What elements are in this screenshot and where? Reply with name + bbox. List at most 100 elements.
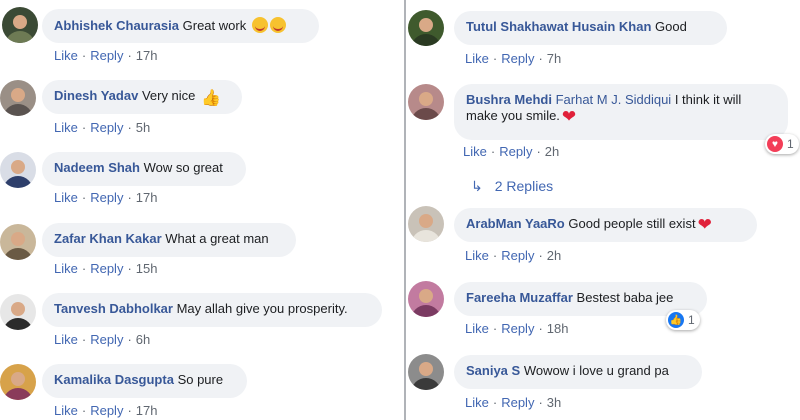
- avatar-head-shape: [11, 372, 25, 386]
- timestamp[interactable]: 15h: [136, 261, 158, 276]
- avatar[interactable]: [0, 224, 36, 260]
- avatar[interactable]: [0, 152, 36, 188]
- comment-author[interactable]: Abhishek Chaurasia: [54, 18, 179, 33]
- love-reaction-icon: ♥: [767, 136, 783, 152]
- reply-link[interactable]: Reply: [501, 51, 534, 66]
- avatar[interactable]: [408, 281, 444, 317]
- timestamp[interactable]: 17h: [136, 48, 158, 63]
- comment-bubble: Tanvesh Dabholkar May allah give you pro…: [42, 293, 382, 327]
- timestamp[interactable]: 6h: [136, 332, 150, 347]
- avatar[interactable]: [408, 10, 444, 46]
- avatar-body-shape: [3, 388, 33, 400]
- separator: ·: [81, 332, 87, 347]
- separator: ·: [127, 261, 132, 276]
- like-link[interactable]: Like: [463, 144, 487, 159]
- avatar-body-shape: [3, 104, 33, 116]
- tagged-user-link[interactable]: Farhat M J. Siddiqui: [556, 92, 672, 107]
- like-reaction-icon: 👍: [668, 312, 684, 328]
- comment-actions: Like · Reply · 2h: [463, 144, 559, 159]
- comment: ArabMan YaaRo Good people still exist ❤ L…: [404, 202, 800, 272]
- separator: ·: [536, 144, 541, 159]
- comment-text: Wowow i love u grand pa: [523, 363, 669, 378]
- timestamp[interactable]: 17h: [136, 190, 158, 205]
- left-comment-column: Abhishek Chaurasia Great work Like · Reply…: [0, 0, 404, 420]
- comment-bubble: Dinesh Yadav Very nice 👍: [42, 80, 242, 114]
- comment: Kamalika Dasgupta So pure Like · Reply · 17h: [0, 362, 404, 420]
- separator: ·: [492, 395, 498, 410]
- like-link[interactable]: Like: [465, 248, 489, 263]
- timestamp[interactable]: 18h: [547, 321, 569, 336]
- comment-bubble: Kamalika Dasgupta So pure: [42, 364, 247, 398]
- separator: ·: [81, 48, 87, 63]
- like-link[interactable]: Like: [54, 190, 78, 205]
- reply-link[interactable]: Reply: [501, 321, 534, 336]
- avatar-body-shape: [3, 176, 33, 188]
- avatar[interactable]: [408, 84, 444, 120]
- reply-link[interactable]: Reply: [90, 48, 123, 63]
- replies-label: 2 Replies: [494, 178, 554, 194]
- reply-link[interactable]: Reply: [90, 332, 123, 347]
- comment-author[interactable]: ArabMan YaaRo: [466, 216, 565, 231]
- separator: ·: [127, 190, 132, 205]
- view-replies-link[interactable]: ↳ 2 Replies: [471, 178, 553, 195]
- comment: Tutul Shakhawat Husain Khan Good Like · Re…: [404, 0, 800, 70]
- reply-arrow-icon: ↳: [471, 178, 483, 194]
- avatar-body-shape: [5, 31, 35, 43]
- comment-author[interactable]: Kamalika Dasgupta: [54, 372, 174, 387]
- reply-link[interactable]: Reply: [501, 395, 534, 410]
- smiling-face-icon: [251, 17, 268, 33]
- like-link[interactable]: Like: [54, 403, 78, 418]
- timestamp[interactable]: 5h: [136, 120, 150, 135]
- timestamp[interactable]: 7h: [547, 51, 561, 66]
- reaction-count-badge[interactable]: ♥ 1: [765, 134, 799, 154]
- thumbs-up-icon: 👍: [201, 90, 221, 107]
- comment-bubble: Nadeem Shah Wow so great: [42, 152, 246, 186]
- comment-author[interactable]: Tutul Shakhawat Husain Khan: [466, 19, 651, 34]
- comment-actions: Like · Reply · 18h: [465, 321, 569, 336]
- avatar[interactable]: [408, 206, 444, 242]
- avatar[interactable]: [408, 354, 444, 390]
- separator: ·: [492, 51, 498, 66]
- comment-bubble: Zafar Khan Kakar What a great man: [42, 223, 296, 257]
- reply-link[interactable]: Reply: [499, 144, 532, 159]
- reply-link[interactable]: Reply: [90, 403, 123, 418]
- avatar[interactable]: [2, 7, 38, 43]
- comment-actions: Like · Reply · 6h: [54, 332, 150, 347]
- smiling-face-icon: [269, 17, 286, 33]
- avatar[interactable]: [0, 80, 36, 116]
- reaction-count-badge[interactable]: 👍 1: [666, 310, 700, 330]
- reply-link[interactable]: Reply: [90, 261, 123, 276]
- comment: Fareeha Muzaffar Bestest baba jee 👍 1 Li…: [404, 278, 800, 342]
- timestamp[interactable]: 2h: [545, 144, 559, 159]
- avatar-head-shape: [13, 15, 27, 29]
- comment-author[interactable]: Nadeem Shah: [54, 160, 140, 175]
- comment: Zafar Khan Kakar What a great man Like · R…: [0, 220, 404, 280]
- timestamp[interactable]: 3h: [547, 395, 561, 410]
- avatar-head-shape: [11, 232, 25, 246]
- like-link[interactable]: Like: [54, 332, 78, 347]
- like-link[interactable]: Like: [465, 395, 489, 410]
- like-link[interactable]: Like: [465, 321, 489, 336]
- timestamp[interactable]: 17h: [136, 403, 158, 418]
- avatar-head-shape: [419, 214, 433, 228]
- avatar[interactable]: [0, 294, 36, 330]
- like-link[interactable]: Like: [465, 51, 489, 66]
- reply-link[interactable]: Reply: [90, 190, 123, 205]
- timestamp[interactable]: 2h: [547, 248, 561, 263]
- comment: Abhishek Chaurasia Great work Like · Reply…: [0, 0, 404, 68]
- reply-link[interactable]: Reply: [501, 248, 534, 263]
- comment-author[interactable]: Dinesh Yadav: [54, 88, 138, 103]
- like-link[interactable]: Like: [54, 48, 78, 63]
- comment-author[interactable]: Tanvesh Dabholkar: [54, 301, 173, 316]
- like-link[interactable]: Like: [54, 120, 78, 135]
- like-link[interactable]: Like: [54, 261, 78, 276]
- comment: Dinesh Yadav Very nice 👍 Like · Reply · 5h: [0, 78, 404, 138]
- comment-author[interactable]: Zafar Khan Kakar: [54, 231, 162, 246]
- reply-link[interactable]: Reply: [90, 120, 123, 135]
- comment-author[interactable]: Bushra Mehdi: [466, 92, 552, 107]
- comment-author[interactable]: Fareeha Muzaffar: [466, 290, 573, 305]
- avatar[interactable]: [0, 364, 36, 400]
- comment-author[interactable]: Saniya S: [466, 363, 520, 378]
- separator: ·: [81, 190, 87, 205]
- separator: ·: [538, 321, 543, 336]
